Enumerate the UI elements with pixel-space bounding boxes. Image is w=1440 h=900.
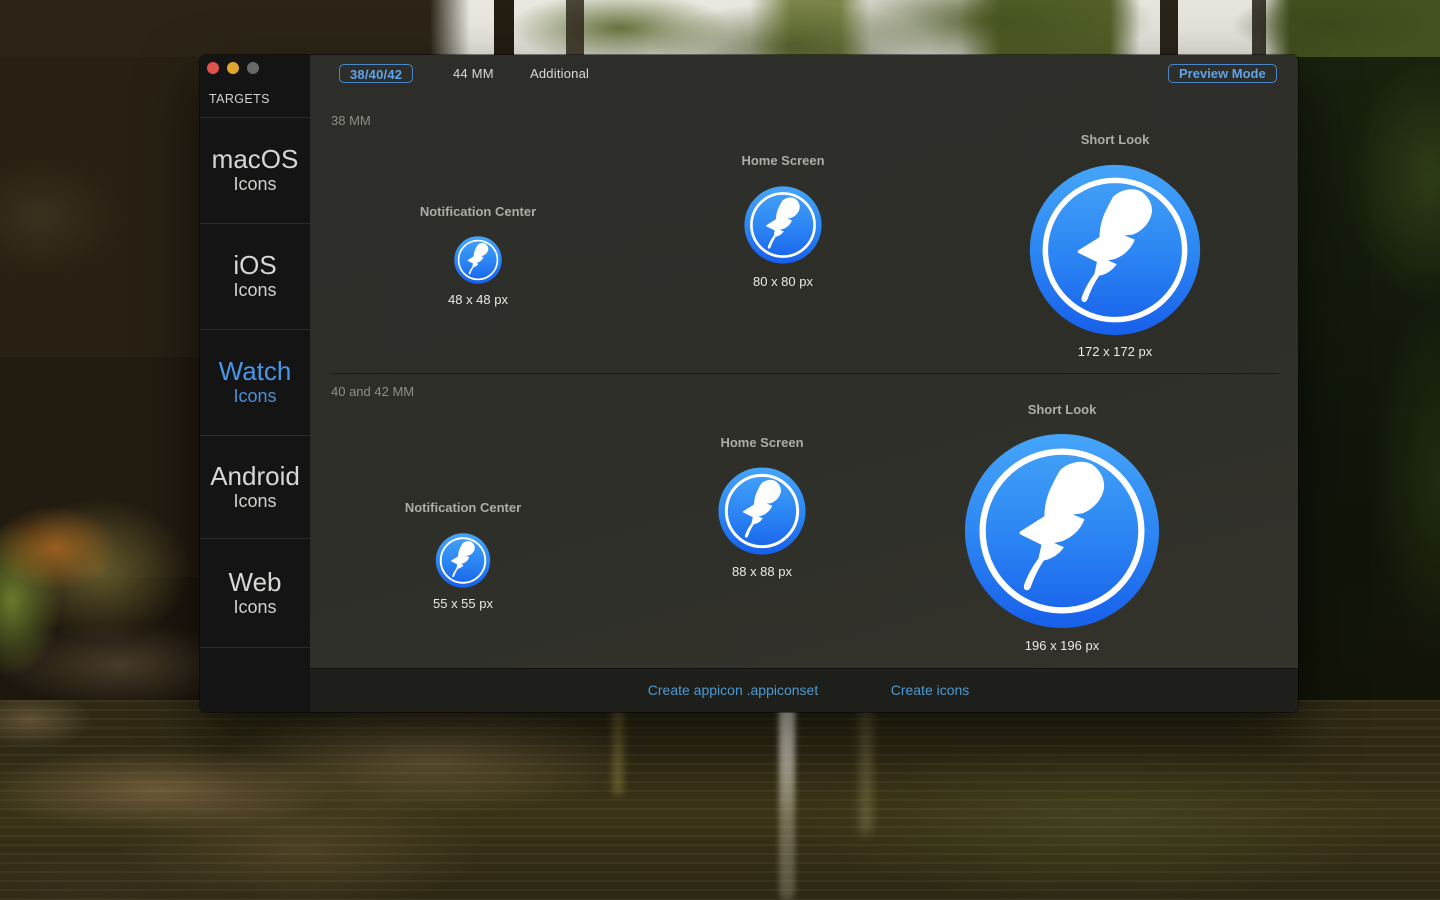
wallpaper-reflection	[860, 705, 872, 835]
preview-mode-button[interactable]: Preview Mode	[1168, 64, 1277, 83]
wallpaper-forest-sky	[0, 0, 1440, 57]
section-divider	[331, 373, 1279, 374]
tab-38-40-42[interactable]: 38/40/42	[339, 64, 413, 83]
close-button[interactable]	[207, 62, 219, 74]
sidebar-item-android[interactable]: Android Icons	[200, 435, 310, 538]
slot-size-label: 172 x 172 px	[1078, 344, 1152, 359]
sidebar-title: TARGETS	[209, 92, 270, 106]
sidebar-item-sublabel: Icons	[233, 386, 276, 408]
slot-title-home-screen: Home Screen	[720, 435, 803, 450]
feather-app-icon[interactable]	[964, 433, 1160, 629]
zoom-button[interactable]	[247, 62, 259, 74]
wallpaper-foliage-right	[1290, 57, 1440, 712]
slot-title-short-look: Short Look	[1028, 402, 1097, 417]
wallpaper-rock-left	[0, 57, 210, 712]
sidebar-item-sublabel: Icons	[233, 280, 276, 302]
slot-size-label: 48 x 48 px	[448, 292, 508, 307]
feather-app-icon[interactable]	[718, 467, 806, 555]
sidebar-item-label: iOS	[233, 251, 276, 280]
sidebar-empty-row	[200, 647, 310, 712]
section-title-40-42mm: 40 and 42 MM	[331, 384, 414, 399]
sidebar-item-label: Android	[210, 462, 300, 491]
slot-size-label: 88 x 88 px	[732, 564, 792, 579]
wallpaper-water	[0, 700, 1440, 900]
sidebar-item-web[interactable]: Web Icons	[200, 538, 310, 647]
sidebar-item-macos[interactable]: macOS Icons	[200, 117, 310, 223]
sidebar: TARGETS macOS Icons iOS Icons Watch Icon…	[200, 55, 310, 712]
sidebar-item-sublabel: Icons	[233, 491, 276, 513]
wallpaper-reflection	[613, 705, 623, 795]
create-icons-link[interactable]: Create icons	[891, 669, 970, 711]
tab-44mm[interactable]: 44 MM	[453, 64, 494, 83]
wallpaper-reflection	[779, 700, 795, 900]
feather-app-icon[interactable]	[436, 533, 491, 588]
create-appiconset-link[interactable]: Create appicon .appiconset	[648, 669, 818, 711]
sidebar-item-label: macOS	[212, 145, 299, 174]
tab-additional[interactable]: Additional	[530, 64, 589, 83]
slot-title-notification-center: Notification Center	[405, 500, 521, 515]
slot-size-label: 80 x 80 px	[753, 274, 813, 289]
sidebar-item-sublabel: Icons	[233, 174, 276, 196]
sidebar-item-ios[interactable]: iOS Icons	[200, 223, 310, 329]
slot-title-notification-center: Notification Center	[420, 204, 536, 219]
content-area: 38/40/42 44 MM Additional Preview Mode 3…	[310, 55, 1298, 712]
section-title-38mm: 38 MM	[331, 113, 371, 128]
app-window: TARGETS macOS Icons iOS Icons Watch Icon…	[200, 55, 1298, 712]
sidebar-list: macOS Icons iOS Icons Watch Icons Androi…	[200, 117, 310, 712]
feather-app-icon[interactable]	[454, 236, 502, 284]
slot-size-label: 55 x 55 px	[433, 596, 493, 611]
footer-bar: Create appicon .appiconset Create icons	[310, 668, 1298, 712]
minimize-button[interactable]	[227, 62, 239, 74]
feather-app-icon[interactable]	[1029, 164, 1201, 336]
sidebar-item-watch[interactable]: Watch Icons	[200, 329, 310, 435]
sidebar-item-label: Watch	[219, 357, 292, 386]
slot-size-label: 196 x 196 px	[1025, 638, 1099, 653]
window-controls	[207, 62, 259, 74]
feather-app-icon[interactable]	[744, 186, 822, 264]
sidebar-item-sublabel: Icons	[233, 597, 276, 619]
slot-title-home-screen: Home Screen	[741, 153, 824, 168]
slot-title-short-look: Short Look	[1081, 132, 1150, 147]
sidebar-item-label: Web	[229, 568, 282, 597]
